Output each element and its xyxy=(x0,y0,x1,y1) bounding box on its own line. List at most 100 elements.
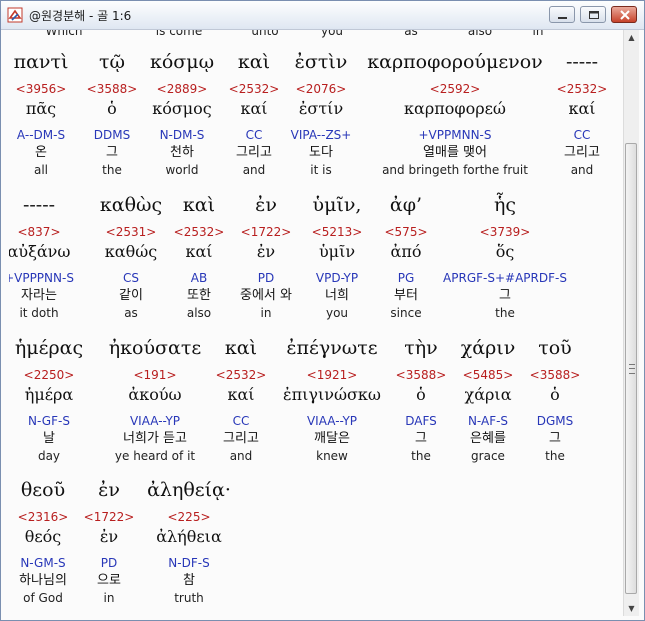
strong-number: <575> xyxy=(384,225,428,239)
lemma: πᾶς xyxy=(25,99,57,118)
prev-english-word: you xyxy=(320,30,344,38)
lemma: καί xyxy=(240,99,268,118)
korean-gloss: 너희가 듣고 xyxy=(123,431,187,446)
scroll-down-arrow-icon[interactable]: ▼ xyxy=(624,601,639,616)
word-column[interactable]: ἀφ’ <575> ἀπό PG 부터 since xyxy=(384,191,427,321)
parsing-code: PG xyxy=(397,271,415,285)
close-button[interactable] xyxy=(611,6,637,23)
word-column[interactable]: καὶ <2532> καί CC 그리고 and xyxy=(216,334,267,464)
strong-number: <2592> xyxy=(429,82,481,96)
scroll-up-arrow-icon[interactable]: ▲ xyxy=(624,30,639,45)
korean-gloss: 그 xyxy=(106,145,118,160)
greek-word: ἡμέρας xyxy=(14,337,84,359)
greek-word: τῷ xyxy=(98,51,125,73)
prev-english-word: unto xyxy=(251,30,279,38)
lemma: ἀκούω xyxy=(128,385,182,404)
greek-word: ἐπέγνωτε xyxy=(286,337,378,359)
word-column[interactable]: θεοῦ <2316> θεός N-GM-S 하나님의 of God xyxy=(18,476,69,606)
word-column[interactable]: καθὼς <2531> καθώς CS 같이 as xyxy=(100,191,162,321)
korean-gloss: 도다 xyxy=(309,145,333,160)
english-gloss: world xyxy=(165,163,199,177)
english-gloss: ye heard of it xyxy=(114,449,196,463)
word-column[interactable]: ἧς <3739> ὅς APRGF-S+#APRDF-S 그 the xyxy=(443,191,567,321)
word-column[interactable]: ὑμῖν, <5213> ὑμῖν VPD-YP 너희 you xyxy=(312,191,363,321)
greek-word: ὑμῖν, xyxy=(312,194,362,216)
english-gloss: knew xyxy=(316,449,348,463)
word-column[interactable]: ἠκούσατε <191> ἀκούω VIAA--YP 너희가 듣고 ye … xyxy=(109,334,201,464)
word-column[interactable]: κόσμῳ <2889> κόσμος N-DM-S 천하 world xyxy=(150,48,214,178)
strong-number: <191> xyxy=(133,368,177,382)
english-gloss: truth xyxy=(174,591,204,605)
interlinear-view[interactable]: Which is come unto you as also in παντὶ … xyxy=(9,30,622,616)
word-column[interactable]: καρποφορούμενον <2592> καρποφορεώ +VPPMN… xyxy=(367,48,542,178)
strong-number: <837> xyxy=(17,225,61,239)
window-title: @원경분해 - 골 1:6 xyxy=(29,9,132,23)
english-gloss: in xyxy=(103,591,115,605)
word-column[interactable]: τὴν <3588> ὁ DAFS 그 the xyxy=(396,334,447,464)
parsing-code: AB xyxy=(190,271,208,285)
greek-word: ἧς xyxy=(493,194,517,216)
english-gloss: grace xyxy=(471,449,505,463)
title-bar[interactable]: @원경분해 - 골 1:6 xyxy=(1,1,644,30)
strong-number: <2889> xyxy=(156,82,208,96)
word-column[interactable]: ἐπέγνωτε <1921> ἐπιγινώσκω VIAA--YP 깨달은 … xyxy=(283,334,381,464)
greek-word: ἐν xyxy=(255,194,277,216)
greek-word: ----- xyxy=(565,51,599,73)
english-gloss: also xyxy=(186,306,212,320)
parsing-code: CC xyxy=(245,128,263,142)
english-gloss: and bringeth forthe fruit xyxy=(382,163,528,177)
korean-gloss: 같이 xyxy=(119,288,143,303)
greek-word: ἐστὶν xyxy=(294,51,348,73)
lemma: καθώς xyxy=(104,242,158,261)
english-gloss: the xyxy=(411,449,431,463)
word-column[interactable]: καὶ <2532> καί AB 또한 also xyxy=(174,191,225,321)
parsing-code: N-AF-S xyxy=(467,414,509,428)
korean-gloss: 너희 xyxy=(325,288,349,303)
strong-number: <5485> xyxy=(462,368,514,382)
word-column[interactable]: ----- <837> αὐξάνω +VPPPNN-S 자라는 it doth xyxy=(9,191,74,321)
korean-gloss: 은혜를 xyxy=(470,431,506,446)
strong-number: <225> xyxy=(167,510,211,524)
maximize-button[interactable] xyxy=(580,6,606,23)
greek-word: ἀληθείᾳ· xyxy=(147,479,231,501)
strong-number: <3739> xyxy=(479,225,531,239)
parsing-code: N-GF-S xyxy=(28,414,70,428)
korean-gloss: 또한 xyxy=(187,288,211,303)
parsing-code: APRGF-S+#APRDF-S xyxy=(443,271,567,285)
english-gloss: in xyxy=(260,306,272,320)
minimize-button[interactable] xyxy=(549,6,575,23)
lemma: ὁ xyxy=(550,385,560,404)
parsing-code: CC xyxy=(232,414,250,428)
strong-number: <3956> xyxy=(15,82,67,96)
strong-number: <2532> xyxy=(215,368,267,382)
word-column[interactable]: καὶ <2532> καί CC 그리고 and xyxy=(229,48,280,178)
word-column[interactable]: τοῦ <3588> ὁ DGMS 그 the xyxy=(530,334,581,464)
korean-gloss: 열매를 맺어 xyxy=(423,145,487,160)
greek-word: καὶ xyxy=(237,51,271,73)
word-column[interactable]: παντὶ <3956> πᾶς A--DM-S 온 all xyxy=(14,48,69,178)
word-column[interactable]: ἐν <1722> ἐν PD 중에서 와 in xyxy=(240,191,292,321)
scrollbar-thumb[interactable] xyxy=(625,143,637,594)
word-column[interactable]: χάριν <5485> χάρια N-AF-S 은혜를 grace xyxy=(461,334,516,464)
parsing-code: VIPA--ZS+ xyxy=(290,128,352,142)
lemma: καρποφορεώ xyxy=(404,99,506,118)
word-column[interactable]: ἐν <1722> ἐν PD 으로 in xyxy=(84,476,135,606)
parsing-code: PD xyxy=(100,556,118,570)
lemma: κόσμος xyxy=(152,99,212,118)
greek-word: ἀφ’ xyxy=(389,194,423,216)
korean-gloss: 참 xyxy=(183,573,195,588)
strong-number: <3588> xyxy=(529,368,581,382)
word-column[interactable]: ἡμέρας <2250> ἡμέρα N-GF-S 날 day xyxy=(15,334,83,464)
word-column[interactable]: τῷ <3588> ὁ DDMS 그 the xyxy=(87,48,138,178)
greek-word: ἐν xyxy=(98,479,120,501)
word-column[interactable]: ἀληθείᾳ· <225> ἀλήθεια N-DF-S 참 truth xyxy=(147,476,231,606)
korean-gloss: 그 xyxy=(415,431,427,446)
word-column[interactable]: ἐστὶν <2076> ἐστίν VIPA--ZS+ 도다 it is xyxy=(291,48,352,178)
strong-number: <2316> xyxy=(17,510,69,524)
vertical-scrollbar[interactable]: ▲ ▼ xyxy=(623,30,639,616)
lemma: ἀπό xyxy=(390,242,422,261)
lemma: ὁ xyxy=(107,99,117,118)
lemma: χάρια xyxy=(464,385,512,404)
word-column[interactable]: ----- <2532> καί CC 그리고 and xyxy=(557,48,608,178)
lemma: ἐν xyxy=(256,242,276,261)
